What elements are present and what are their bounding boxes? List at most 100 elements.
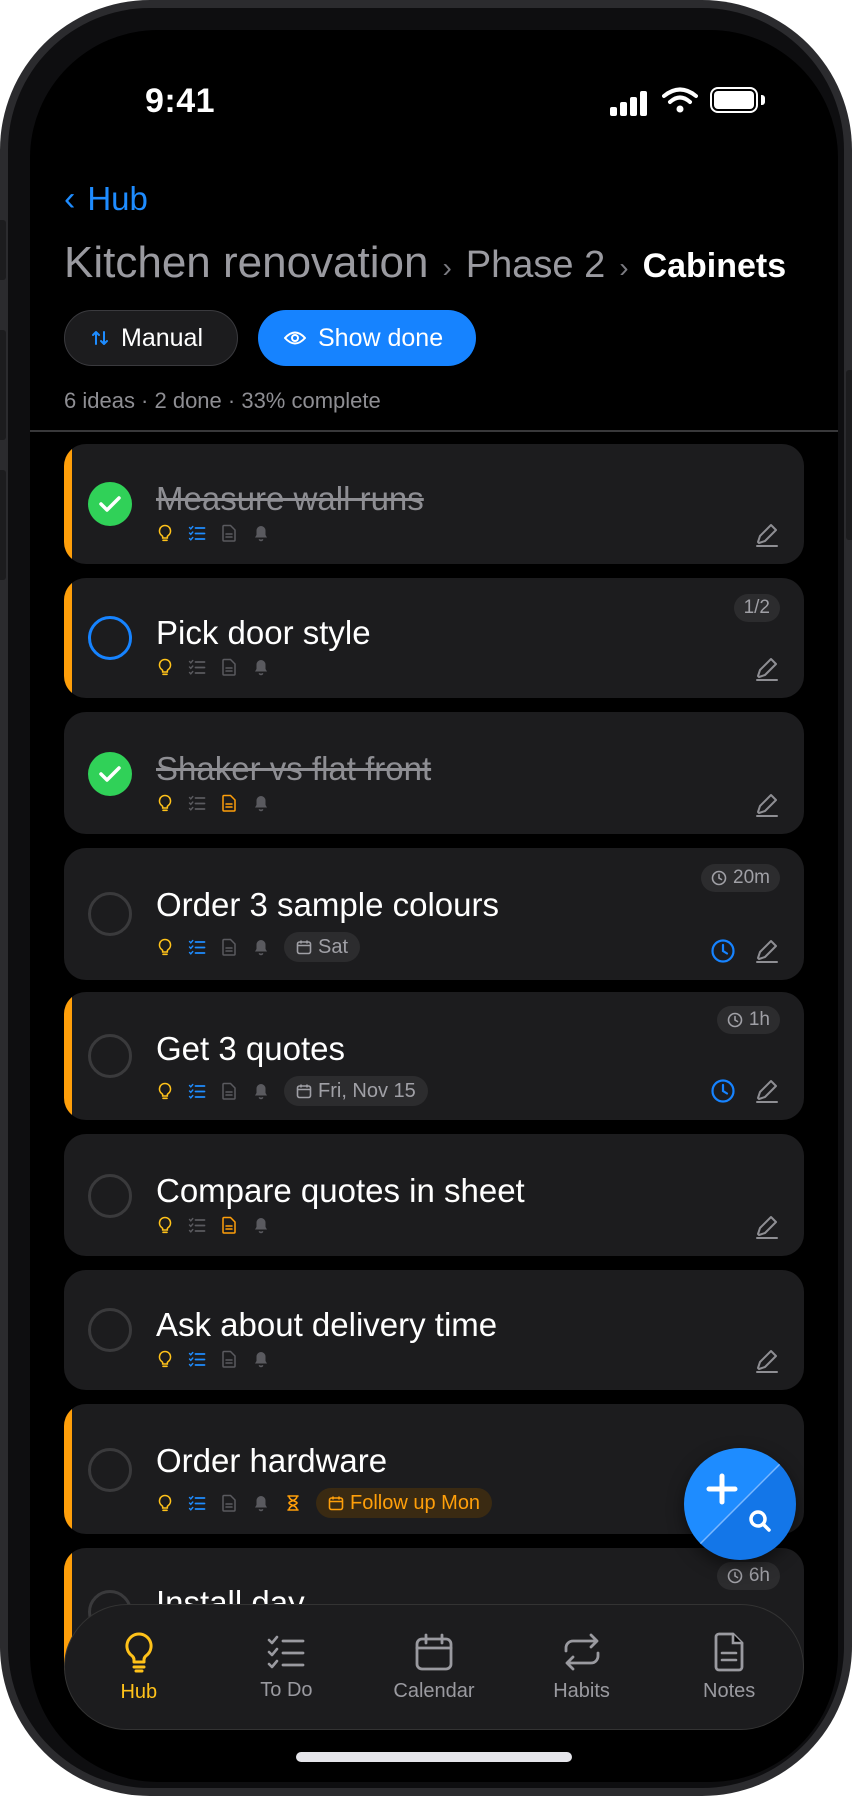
item-title: Get 3 quotes [156,1030,345,1067]
show-done-label: Show done [318,323,444,352]
bulb-icon [156,1216,174,1234]
bell-icon [252,524,270,542]
list-item[interactable]: Get 3 quotes 1h Fri, Nov 15 [64,992,804,1120]
edit-icon[interactable] [754,1348,780,1374]
schedule-clock-icon[interactable] [710,938,736,964]
edit-icon[interactable] [754,1078,780,1104]
duration: 6h [748,1565,770,1586]
checkmark-icon[interactable] [88,482,132,526]
sort-button[interactable]: Manual [64,310,238,366]
bell-icon [252,1082,270,1100]
checkbox[interactable] [88,892,132,936]
item-title: Ask about delivery time [156,1306,498,1343]
checklist-icon [188,1350,206,1368]
edit-icon[interactable] [754,792,780,818]
item-meta: Fri, Nov 15 [156,1076,428,1106]
tab-label: Notes [703,1679,756,1702]
back-button[interactable]: ‹ Hub [64,180,148,218]
show-done-toggle[interactable]: Show done [258,310,476,366]
home-indicator [296,1752,572,1762]
signal-icon [610,88,648,116]
tab-calendar[interactable]: Calendar [360,1605,508,1729]
chevron-left-icon: ‹ [64,180,76,218]
duration-badge: 6h [716,1562,780,1590]
breadcrumb-item-current: Cabinets [642,247,787,285]
battery-cap [761,95,765,105]
duration-badge: 20m [701,864,780,892]
bell-icon [252,794,270,812]
document-icon [220,1082,238,1100]
tab-hub[interactable]: Hub [65,1605,213,1729]
battery-icon [710,87,758,113]
progress-summary: 6 ideas · 2 done · 33% complete [64,388,381,413]
checklist-icon [268,1635,305,1668]
document-icon [220,1216,238,1234]
note-icon [714,1632,744,1671]
list-item[interactable]: Order 3 sample colours 20m Sat [64,848,804,980]
phone-bezel: 9:41 ‹ Hub Kitchen renovation › Phase 2 … [8,8,844,1788]
schedule-clock-icon[interactable] [710,1078,736,1104]
bulb-icon [156,1350,174,1368]
clock-icon [727,1568,743,1584]
checklist-icon [188,794,206,812]
checklist-icon [188,1216,206,1234]
item-title: Pick door style [156,614,371,651]
bell-icon [252,658,270,676]
tab-notes[interactable]: Notes [655,1605,803,1729]
volume-up-button [0,330,6,440]
list-item[interactable]: Compare quotes in sheet [64,1134,804,1256]
checklist-icon [188,1494,206,1512]
list-item[interactable]: Ask about delivery time [64,1270,804,1390]
add-search-fab[interactable] [684,1448,796,1560]
bulb-icon [156,938,174,956]
document-icon [220,524,238,542]
date: Fri, Nov 15 [318,1079,416,1102]
breadcrumb: Kitchen renovation › Phase 2 › Cabinets [64,238,824,288]
bell-icon [252,938,270,956]
calendar-icon [296,1084,312,1099]
checkmark-icon[interactable] [88,752,132,796]
checkbox[interactable] [88,1308,132,1352]
item-meta [156,1350,270,1368]
tab-todo[interactable]: To Do [213,1605,361,1729]
bulb-icon [156,658,174,676]
checklist-icon [188,524,206,542]
screen: 9:41 ‹ Hub Kitchen renovation › Phase 2 … [30,30,838,1782]
tab-label: Calendar [393,1679,475,1702]
item-meta: Sat [156,932,361,962]
breadcrumb-item-project[interactable]: Kitchen renovation [64,238,428,288]
document-icon [220,794,238,812]
wifi-icon [662,87,698,113]
hourglass-icon [284,1494,302,1512]
checklist-icon [188,938,206,956]
tab-habits[interactable]: Habits [508,1605,656,1729]
clock-icon [711,870,727,886]
checkbox[interactable] [88,1174,132,1218]
item-title: Order 3 sample colours [156,886,499,923]
edit-icon[interactable] [754,938,780,964]
follow-up-chip[interactable]: Follow up Mon [316,1488,493,1518]
date: Sat [318,935,349,958]
list-item[interactable]: Measure wall runs [64,444,804,564]
list-item[interactable]: Shaker vs flat front [64,712,804,834]
date-chip[interactable]: Fri, Nov 15 [284,1076,428,1106]
sort-label: Manual [121,323,203,352]
checklist-icon [188,1082,206,1100]
status-bar: 9:41 [30,30,838,140]
checkbox[interactable] [88,1034,132,1078]
checkbox[interactable] [88,616,132,660]
calendar-icon [296,940,312,955]
bulb-icon [156,794,174,812]
edit-icon[interactable] [754,656,780,682]
checkbox[interactable] [88,1448,132,1492]
item-meta [156,794,270,812]
duration: 1h [748,1009,770,1030]
item-meta [156,1216,270,1234]
breadcrumb-item-phase[interactable]: Phase 2 [466,244,605,287]
date-chip[interactable]: Sat [284,932,361,962]
edit-icon[interactable] [754,1214,780,1240]
bulb-icon [156,524,174,542]
checklist-icon [188,658,206,676]
edit-icon[interactable] [754,522,780,548]
list-item[interactable]: Pick door style 1/2 [64,578,804,698]
